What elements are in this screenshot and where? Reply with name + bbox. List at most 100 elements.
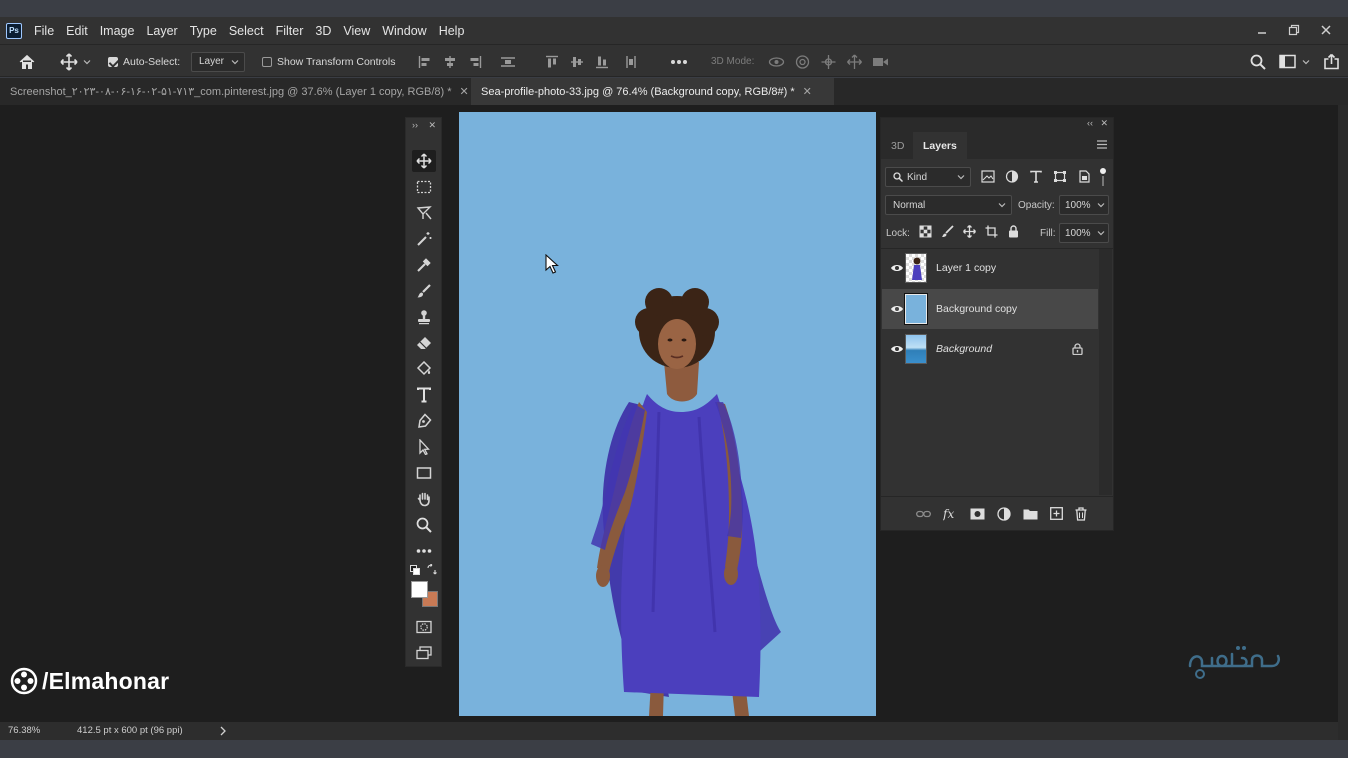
- adjustment-layer-filter-icon[interactable]: [1005, 170, 1019, 183]
- align-right-icon[interactable]: [468, 55, 482, 69]
- swap-colors-icon[interactable]: [426, 564, 437, 575]
- 3d-orbit-icon[interactable]: [768, 54, 785, 70]
- clone-stamp-tool[interactable]: [412, 306, 436, 328]
- quick-mask-button[interactable]: [412, 616, 436, 638]
- layer-row-background-copy[interactable]: Background copy: [882, 289, 1098, 329]
- smart-object-filter-icon[interactable]: [1077, 170, 1091, 183]
- paint-bucket-tool[interactable]: [412, 358, 436, 380]
- align-middle-icon[interactable]: [570, 55, 584, 69]
- menu-help[interactable]: Help: [439, 24, 465, 38]
- shape-layer-filter-icon[interactable]: [1053, 170, 1067, 183]
- menu-select[interactable]: Select: [229, 24, 264, 38]
- close-panel-icon[interactable]: ✕: [1100, 118, 1108, 129]
- link-layers-icon[interactable]: [916, 509, 931, 519]
- 3d-roll-icon[interactable]: [794, 54, 811, 70]
- more-options-button[interactable]: [670, 45, 688, 78]
- lock-image-pixels-icon[interactable]: [941, 225, 954, 238]
- layer-row-background[interactable]: Background: [882, 329, 1098, 369]
- filter-kind-dropdown[interactable]: Kind: [885, 167, 971, 187]
- layer-name[interactable]: Background: [936, 343, 992, 355]
- workspace-scrollbar[interactable]: [1338, 105, 1348, 740]
- more-tools-button[interactable]: [412, 540, 436, 562]
- eraser-tool[interactable]: [412, 332, 436, 354]
- rectangle-tool[interactable]: [412, 462, 436, 484]
- align-top-icon[interactable]: [545, 55, 559, 69]
- tab-3d[interactable]: 3D: [881, 132, 914, 159]
- lock-artboard-icon[interactable]: [985, 225, 998, 238]
- new-layer-icon[interactable]: [1050, 507, 1063, 520]
- folder-group-icon[interactable]: [1023, 508, 1038, 520]
- align-left-icon[interactable]: [418, 55, 432, 69]
- auto-select-checkbox[interactable]: Auto-Select:: [108, 45, 180, 78]
- minimize-button[interactable]: [1254, 22, 1270, 38]
- menu-window[interactable]: Window: [382, 24, 426, 38]
- lock-position-icon[interactable]: [963, 225, 976, 238]
- tab-close-icon[interactable]: ✕: [803, 85, 812, 98]
- tab-sea-profile-document[interactable]: Sea-profile-photo-33.jpg @ 76.4% (Backgr…: [471, 78, 834, 105]
- default-colors-icon[interactable]: [410, 565, 420, 575]
- align-center-icon[interactable]: [443, 55, 457, 69]
- foreground-color-swatch[interactable]: [411, 581, 428, 598]
- search-button[interactable]: [1250, 45, 1266, 78]
- zoom-level[interactable]: 76.38%: [8, 725, 40, 736]
- collapse-panel-icon[interactable]: ‹‹: [1087, 118, 1093, 128]
- path-selection-tool[interactable]: [412, 436, 436, 458]
- distribute-vertical-icon[interactable]: [624, 55, 638, 69]
- move-tool[interactable]: [412, 150, 436, 172]
- layer-name[interactable]: Layer 1 copy: [936, 262, 996, 274]
- type-layer-filter-icon[interactable]: [1029, 170, 1043, 183]
- 3d-camera-icon[interactable]: [872, 54, 889, 70]
- add-mask-icon[interactable]: [970, 508, 985, 520]
- chevron-right-icon[interactable]: [219, 726, 227, 736]
- menu-edit[interactable]: Edit: [66, 24, 88, 38]
- collapse-panel-icon[interactable]: ››: [412, 120, 418, 130]
- tab-close-icon[interactable]: ✕: [460, 85, 469, 98]
- move-tool-preset[interactable]: [60, 45, 92, 78]
- auto-select-target-dropdown[interactable]: Layer: [191, 51, 245, 72]
- magic-wand-tool[interactable]: [412, 228, 436, 250]
- trash-delete-layer-icon[interactable]: [1075, 506, 1087, 521]
- brush-tool[interactable]: [412, 280, 436, 302]
- blend-mode-dropdown[interactable]: Normal: [885, 195, 1012, 215]
- close-panel-icon[interactable]: ✕: [428, 120, 436, 131]
- eye-visibility-icon[interactable]: [890, 344, 904, 354]
- restore-button[interactable]: [1286, 22, 1302, 38]
- menu-file[interactable]: File: [34, 24, 54, 38]
- pixel-layer-filter-icon[interactable]: [981, 170, 995, 183]
- align-bottom-icon[interactable]: [595, 55, 609, 69]
- share-button[interactable]: [1323, 45, 1340, 78]
- menu-layer[interactable]: Layer: [146, 24, 177, 38]
- show-transform-controls-checkbox[interactable]: Show Transform Controls: [262, 45, 395, 78]
- workspace-switcher[interactable]: [1279, 45, 1311, 78]
- fx-layer-style-icon[interactable]: fx: [943, 507, 958, 521]
- type-tool[interactable]: [412, 384, 436, 406]
- menu-view[interactable]: View: [343, 24, 370, 38]
- tab-layers[interactable]: Layers: [913, 132, 967, 159]
- fill-field[interactable]: 100%: [1059, 223, 1109, 243]
- zoom-tool[interactable]: [412, 514, 436, 536]
- eyedropper-tool[interactable]: [412, 254, 436, 276]
- menu-type[interactable]: Type: [190, 24, 217, 38]
- layer-name[interactable]: Background copy: [936, 303, 1017, 315]
- adjustment-layer-icon[interactable]: [997, 506, 1011, 521]
- layers-scrollbar[interactable]: [1099, 249, 1112, 495]
- lock-all-icon[interactable]: [1007, 225, 1020, 238]
- layer-row-layer-1-copy[interactable]: Layer 1 copy: [882, 248, 1098, 288]
- panel-menu-icon[interactable]: [1097, 140, 1107, 149]
- distribute-horizontal-icon[interactable]: [499, 55, 517, 69]
- marquee-tool[interactable]: [412, 176, 436, 198]
- filter-toggle[interactable]: [1100, 168, 1106, 186]
- 3d-pan-icon[interactable]: [820, 54, 837, 70]
- eye-visibility-icon[interactable]: [890, 263, 904, 273]
- document-canvas[interactable]: [459, 112, 876, 716]
- tab-screenshot-document[interactable]: Screenshot_۲۰۲۳-۰۸-۰۶-۱۶-۰۲-۵۱-۷۱۳_com.p…: [0, 78, 479, 105]
- home-button[interactable]: [18, 45, 36, 78]
- hand-tool[interactable]: [412, 488, 436, 510]
- lasso-tool[interactable]: [412, 202, 436, 224]
- opacity-field[interactable]: 100%: [1059, 195, 1109, 215]
- close-window-button[interactable]: [1318, 22, 1334, 38]
- eye-visibility-icon[interactable]: [890, 304, 904, 314]
- 3d-slide-icon[interactable]: [846, 54, 863, 70]
- menu-3d[interactable]: 3D: [315, 24, 331, 38]
- lock-transparent-pixels-icon[interactable]: [919, 225, 932, 238]
